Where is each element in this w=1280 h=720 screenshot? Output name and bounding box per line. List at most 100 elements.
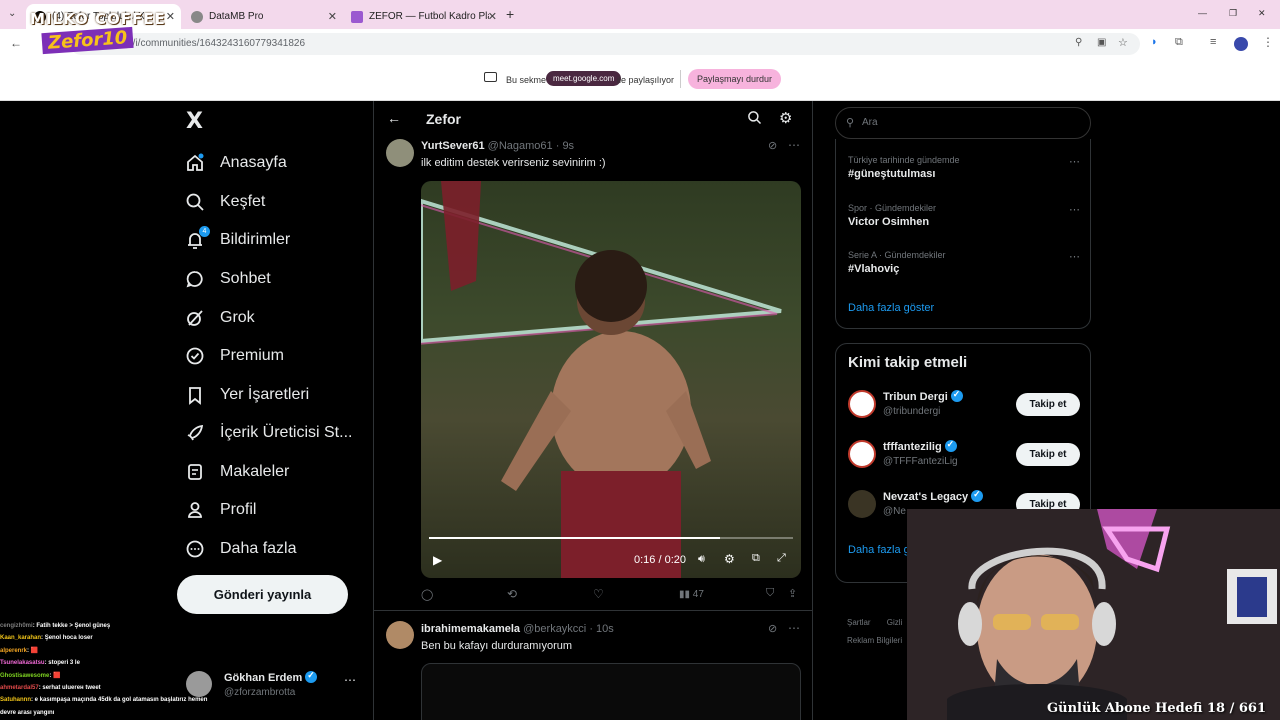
tweet-author-handle[interactable]: @berkaykcci (523, 623, 586, 635)
extension-wave-icon[interactable]: ◗ (1151, 36, 1158, 48)
settings-gear-icon[interactable]: ⚙ (779, 109, 792, 127)
sidebar-item-articles[interactable]: Makaleler (184, 454, 289, 490)
trend-more-icon[interactable]: ⋯ (1069, 203, 1080, 216)
sidebar-item-premium[interactable]: Premium (184, 338, 284, 374)
close-tab-icon[interactable]: ✕ (328, 10, 337, 23)
follow-avatar[interactable] (848, 490, 876, 518)
community-timeline: ← Zefor ⚙ YurtSever61 @Nagamo61 · 9s ⊘ ⋯… (373, 101, 813, 720)
trend-more-icon[interactable]: ⋯ (1069, 155, 1080, 168)
search-input[interactable]: ⚲ Ara (835, 107, 1091, 139)
tweet-media-placeholder[interactable] (421, 663, 801, 720)
tweet-author-name[interactable]: ibrahimemakamela (421, 623, 520, 635)
follow-suggestion[interactable]: tfffantezilig @TFFFanteziLig Takip et (836, 438, 1092, 478)
maximize-button[interactable]: ❐ (1229, 8, 1237, 19)
follow-handle[interactable]: @TFFFanteziLig (883, 456, 958, 467)
follow-handle[interactable]: @tribundergi (883, 406, 940, 417)
play-icon[interactable]: ▶ (433, 553, 442, 567)
close-window-button[interactable]: ✕ (1258, 8, 1266, 19)
home-icon (184, 152, 206, 174)
tweet-author-handle[interactable]: @Nagamo61 (488, 140, 553, 152)
tweet-more-icon[interactable]: ⋯ (788, 138, 800, 152)
tweet-video[interactable]: ▶ 0:16 / 0:20 🔊︎ ⚙ ⧉ ⤢ (421, 181, 801, 578)
trend-more-icon[interactable]: ⋯ (1069, 250, 1080, 263)
search-icon[interactable] (747, 110, 762, 130)
follow-button[interactable]: Takip et (1016, 443, 1080, 466)
stop-sharing-button[interactable]: Paylaşmayı durdur (688, 69, 782, 89)
bookmark-icon[interactable]: ⛉ (766, 587, 774, 600)
search-placeholder: Ara (862, 117, 878, 128)
follow-avatar[interactable] (848, 390, 876, 418)
reply-icon[interactable]: ◯ (421, 588, 433, 601)
share-icon[interactable]: ⇪ (788, 587, 797, 600)
picture-in-picture-icon[interactable]: ⧉ (752, 552, 760, 565)
tweet[interactable]: ibrahimemakamela @berkaykcci · 10s ⊘ ⋯ B… (374, 613, 812, 720)
trend-item[interactable]: Türkiye tarihinde gündemde #güneştutulma… (848, 155, 1080, 180)
url-field[interactable]: x.com/i/communities/1643243160779341826 (70, 33, 1140, 55)
address-bar-row: ← ↻ x.com/i/communities/1643243160779341… (0, 29, 1280, 59)
follow-show-more-link[interactable]: Daha fazla g (848, 544, 910, 556)
footer-link-privacy[interactable]: Gizli (887, 618, 903, 627)
minimize-button[interactable]: — (1198, 8, 1207, 18)
follow-button[interactable]: Takip et (1016, 393, 1080, 416)
verified-icon (944, 439, 957, 452)
tweet-more-icon[interactable]: ⋯ (788, 621, 800, 635)
new-tab-button[interactable]: + (506, 6, 514, 22)
follow-name[interactable]: Nevzat's Legacy (883, 489, 984, 503)
sidebar-item-creator-studio[interactable]: İçerik Üreticisi St... (184, 415, 352, 451)
tab-zefor-kadro[interactable]: ZEFOR — Futbol Kadro Planları ✕ (343, 4, 503, 29)
menu-dots-icon[interactable]: ⋮ (1262, 35, 1274, 49)
chat-text: : 🟥 (49, 672, 61, 679)
like-icon[interactable]: ♡ (593, 587, 604, 601)
back-arrow-icon[interactable]: ← (10, 36, 22, 50)
follow-suggestion[interactable]: Tribun Dergi @tribundergi Takip et (836, 388, 1092, 428)
sidebar-item-profile[interactable]: Profil (184, 492, 256, 528)
trend-item[interactable]: Spor · Gündemdekiler Victor Osimhen ⋯ (848, 203, 1080, 228)
tweet-avatar[interactable] (386, 139, 414, 167)
zoom-icon[interactable]: ⚲ (1075, 37, 1082, 48)
sidebar-item-more[interactable]: Daha fazla (184, 531, 297, 567)
follow-name[interactable]: Tribun Dergi (883, 389, 963, 403)
trend-item[interactable]: Serie A · Gündemdekiler #Vlahoviç ⋯ (848, 250, 1080, 275)
retweet-icon[interactable]: ⟲ (507, 587, 517, 601)
post-button[interactable]: Gönderi yayınla (177, 575, 348, 614)
sidebar-item-notifications[interactable]: 4 Bildirimler (184, 222, 290, 258)
sidebar-item-home[interactable]: Anasayfa (184, 145, 287, 181)
sidebar-item-chat[interactable]: Sohbet (184, 261, 271, 297)
back-arrow-icon[interactable]: ← (387, 110, 401, 126)
media-icon[interactable]: ≡ (1210, 36, 1216, 48)
video-settings-icon[interactable]: ⚙ (724, 552, 735, 566)
sidebar-item-label: Makaleler (220, 463, 290, 480)
volume-icon[interactable]: 🔊︎ (698, 553, 705, 566)
footer-link-terms[interactable]: Şartlar (847, 618, 871, 627)
account-more-icon[interactable]: ⋯ (344, 673, 356, 687)
views-stat[interactable]: ▮▮ 47 (679, 589, 704, 600)
footer-link-ads[interactable]: Reklam Bilgileri (847, 636, 902, 645)
fullscreen-icon[interactable]: ⤢ (777, 552, 786, 565)
grok-icon[interactable]: ⊘ (768, 622, 777, 635)
tweet-time[interactable]: · 9s (556, 140, 574, 152)
x-logo-icon[interactable]: X (186, 109, 203, 134)
cast-icon[interactable]: ▣ (1097, 37, 1106, 48)
video-progress-track[interactable] (429, 537, 793, 539)
tab-list-chevron-icon[interactable]: ⌄ (8, 8, 16, 19)
tweet-avatar[interactable] (386, 621, 414, 649)
sidebar-item-bookmarks[interactable]: Yer İşaretleri (184, 377, 309, 413)
follow-avatar[interactable] (848, 440, 876, 468)
tweet-time[interactable]: · 10s (589, 623, 613, 635)
tab-label: ZEFOR — Futbol Kadro Planları (369, 11, 489, 22)
profile-avatar[interactable] (1234, 37, 1248, 51)
stream-chat-overlay: cengizh0mi: Fatih tekke > Şenol güneş Kaa… (0, 620, 260, 720)
trends-show-more-link[interactable]: Daha fazla göster (848, 302, 934, 314)
star-icon[interactable]: ☆ (1118, 36, 1128, 49)
sidebar-item-explore[interactable]: Keşfet (184, 184, 265, 220)
tab-datamb-pro[interactable]: DataMB Pro ✕ (183, 4, 343, 29)
video-time: 0:16 / 0:20 (634, 554, 687, 566)
follow-name[interactable]: tfffantezilig (883, 439, 957, 453)
puzzle-icon[interactable]: ⧉ (1175, 36, 1183, 49)
tweet-author-name[interactable]: YurtSever61 (421, 140, 485, 152)
tweet[interactable]: YurtSever61 @Nagamo61 · 9s ⊘ ⋯ ilk editi… (374, 135, 812, 615)
close-tab-icon[interactable]: ✕ (488, 10, 497, 23)
grok-icon[interactable]: ⊘ (768, 139, 777, 152)
sidebar-item-grok[interactable]: Grok (184, 300, 255, 336)
follow-handle[interactable]: @Ne (883, 506, 906, 517)
